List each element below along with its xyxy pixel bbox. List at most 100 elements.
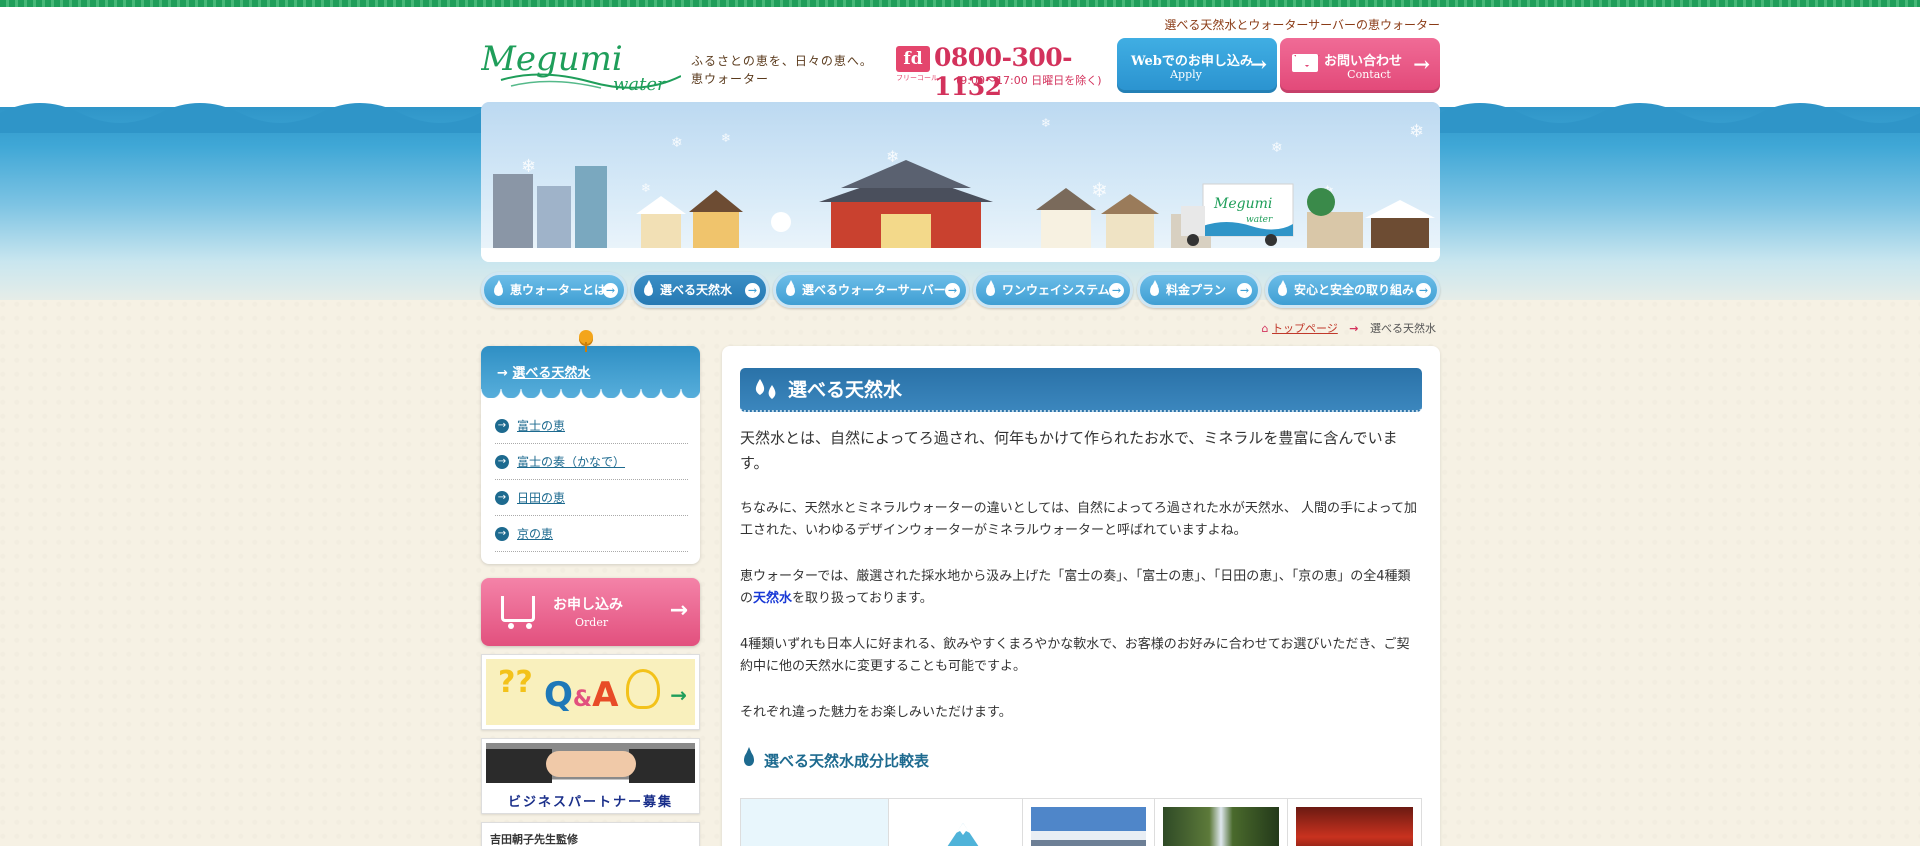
qa-banner[interactable]: ?? Q&A →	[481, 654, 700, 730]
business-hours: (9:00～17:00 日曜日を除く)	[956, 74, 1102, 87]
water-drop-icon	[786, 280, 795, 296]
section-heading: 選べる天然水成分比較表	[740, 747, 929, 771]
table-cell-fuji-logo	[889, 799, 1023, 846]
global-nav: 恵ウォーターとは → 選べる天然水 → 選べるウォーターサーバー → ワンウェイ…	[481, 272, 1440, 310]
arrow-right-icon: →	[670, 683, 687, 707]
arrow-right-icon: →	[669, 598, 688, 623]
nav-item-oneway-system[interactable]: ワンウェイシステム →	[973, 272, 1133, 308]
nav-item-label: 料金プラン	[1166, 283, 1227, 297]
slogan-line-2: 恵ウォーター	[691, 72, 770, 86]
sidebar-title[interactable]: → 選べる天然水	[481, 346, 700, 399]
home-icon: ⌂	[1261, 322, 1269, 335]
arrow-circle-icon: →	[495, 491, 509, 505]
table-cell-hita-photo	[1155, 799, 1289, 846]
handshake-image	[546, 751, 636, 777]
svg-text:❄: ❄	[1271, 140, 1283, 156]
main-content: 選べる天然水 天然水とは、自然によってろ過され、何年もかけて作られたお水で、ミネ…	[722, 346, 1440, 846]
svg-text:❄: ❄	[1409, 121, 1424, 142]
nav-item-safety[interactable]: 安心と安全の取り組み →	[1265, 272, 1440, 308]
waterfall-photo	[1163, 807, 1280, 846]
paragraph: 恵ウォーターでは、厳選された採水地から汲み上げた「富士の奏」、「富士の恵」、「日…	[740, 569, 1411, 606]
arrow-circle-icon: →	[495, 527, 509, 541]
water-drop-icon	[494, 280, 503, 296]
site-logo[interactable]: Megumi water	[481, 38, 681, 96]
nav-item-water-server[interactable]: 選べるウォーターサーバー →	[773, 272, 969, 308]
paragraph: ちなみに、天然水とミネラルウォーターの違いとしては、自然によってろ過された水が天…	[740, 501, 1418, 538]
supervisor-text: 吉田朝子先生監修	[490, 833, 578, 846]
winter-town-illustration: ❄ ❄ ❄ ❄ ❄ ❄ ❄ ❄ ❄ ❄	[481, 116, 1440, 262]
arrow-right-icon: →	[1250, 52, 1267, 76]
nav-item-label: 恵ウォーターとは	[510, 283, 607, 297]
page-title: 選べる天然水	[740, 368, 1422, 412]
arrow-circle-icon: →	[945, 283, 960, 298]
truck-sub-text: water	[1246, 215, 1273, 225]
sidebar: → 選べる天然水 → 富士の恵 → 富士の奏（かなで） → 日田の恵 → 京の恵	[481, 330, 700, 846]
svg-text:❄: ❄	[721, 131, 731, 145]
slogan: ふるさとの恵を、日々の恵へ。 恵ウォーター	[691, 52, 873, 88]
question-marks-icon: ??	[498, 665, 533, 700]
nav-item-natural-water[interactable]: 選べる天然水 →	[631, 272, 769, 308]
freedial-label: フリーコール	[896, 74, 938, 82]
water-drops-icon	[755, 379, 776, 399]
logo-main-text: Megumi	[481, 39, 623, 79]
autumn-temple-photo	[1296, 807, 1413, 846]
hero-banner: ❄ ❄ ❄ ❄ ❄ ❄ ❄ ❄ ❄ ❄	[481, 102, 1440, 262]
breadcrumb-current: 選べる天然水	[1370, 322, 1436, 335]
svg-text:❄: ❄	[1091, 178, 1108, 202]
arrow-circle-icon: →	[1237, 283, 1252, 298]
supervisor-banner[interactable]: 吉田朝子先生監修	[481, 822, 700, 846]
logo-sub-text: water	[613, 74, 667, 95]
water-drop-icon	[986, 280, 995, 296]
water-drop-icon	[1278, 280, 1287, 296]
table-cell-fuji-photo	[1023, 799, 1156, 846]
sidebar-item-fuji-no-megumi[interactable]: → 富士の恵	[495, 408, 688, 444]
mount-fuji-icon	[947, 823, 979, 846]
order-button-sub: Order	[575, 616, 609, 629]
order-button[interactable]: お申し込み Order →	[481, 578, 700, 646]
arrow-right-icon: →	[1413, 52, 1430, 76]
svg-text:❄: ❄	[641, 181, 651, 195]
table-cell-kyo-photo	[1288, 799, 1421, 846]
lead-paragraph: 天然水とは、自然によってろ過され、何年もかけて作られたお水で、ミネラルを豊富に含…	[740, 429, 1398, 472]
sidebar-list: → 富士の恵 → 富士の奏（かなで） → 日田の恵 → 京の恵	[481, 398, 700, 564]
arrow-circle-icon: →	[1109, 283, 1124, 298]
sidebar-item-kyo-no-megumi[interactable]: → 京の恵	[495, 516, 688, 552]
site-tagline: 選べる天然水とウォーターサーバーの恵ウォーター	[1164, 18, 1440, 32]
natural-water-link[interactable]: 天然水	[753, 591, 792, 606]
sidebar-menu: → 選べる天然水 → 富士の恵 → 富士の奏（かなで） → 日田の恵 → 京の恵	[481, 346, 700, 564]
apply-button-label: Webでのお申し込み	[1131, 54, 1253, 69]
nav-item-about[interactable]: 恵ウォーターとは →	[481, 272, 627, 308]
water-drop-icon	[1150, 280, 1159, 296]
page-wrapper: 選べる天然水とウォーターサーバーの恵ウォーター Megumi water ふるさ…	[481, 0, 1440, 846]
arrow-circle-icon: →	[1416, 283, 1431, 298]
cart-icon	[501, 596, 535, 629]
breadcrumb: ⌂ トップページ → 選べる天然水	[1262, 320, 1436, 336]
mount-fuji-photo	[1030, 807, 1147, 846]
qa-banner-text: Q&A	[544, 675, 619, 715]
business-partner-text: ビジネスパートナー募集	[507, 795, 673, 809]
water-drop-icon	[744, 747, 754, 766]
freedial-phone[interactable]: fd フリーコール 0800-300-1132 (9:00～17:00 日曜日を…	[896, 43, 1106, 101]
business-partner-banner[interactable]: ビジネスパートナー募集	[481, 738, 700, 814]
paragraph: それぞれ違った魅力をお楽しみいただけます。	[740, 705, 1012, 720]
svg-text:❄: ❄	[1041, 116, 1051, 130]
truck-brand-text: Megumi	[1213, 196, 1272, 212]
nav-item-pricing[interactable]: 料金プラン →	[1137, 272, 1261, 308]
arrow-circle-icon: →	[603, 283, 618, 298]
pushpin-icon	[579, 330, 593, 352]
contact-button[interactable]: お問い合わせ Contact →	[1280, 38, 1440, 93]
water-drop-icon	[644, 280, 653, 296]
sidebar-item-fuji-no-kanade[interactable]: → 富士の奏（かなで）	[495, 444, 688, 480]
contact-button-label: お問い合わせ	[1324, 54, 1403, 69]
breadcrumb-home-link[interactable]: トップページ	[1272, 322, 1338, 335]
svg-text:❄: ❄	[521, 156, 536, 177]
freedial-icon: fd	[896, 46, 930, 72]
apply-button-sub: Apply	[1170, 68, 1202, 81]
nav-item-label: 選べる天然水	[660, 283, 733, 297]
paragraph: 4種類いずれも日本人に好まれる、飲みやすくまろやかな軟水で、お客様のお好みに合わ…	[740, 637, 1410, 674]
arrow-circle-icon: →	[495, 419, 509, 433]
slogan-line-1: ふるさとの恵を、日々の恵へ。	[691, 54, 873, 68]
svg-text:❄: ❄	[886, 147, 899, 166]
sidebar-item-hita-no-megumi[interactable]: → 日田の恵	[495, 480, 688, 516]
web-apply-button[interactable]: Webでのお申し込み Apply →	[1117, 38, 1277, 93]
